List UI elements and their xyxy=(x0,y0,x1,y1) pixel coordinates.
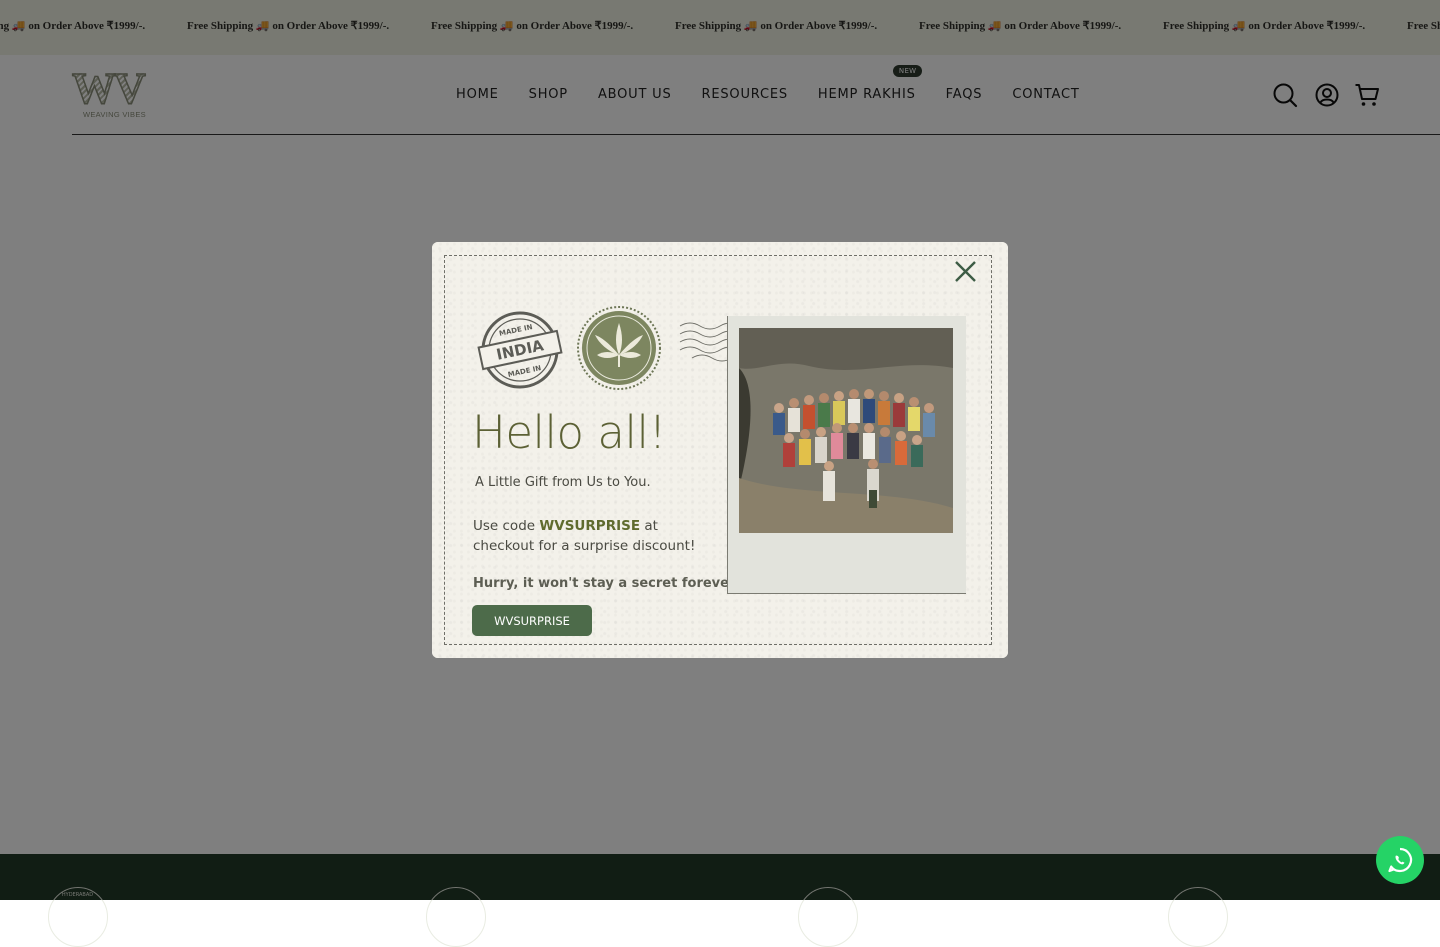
group-photo xyxy=(739,328,953,533)
close-icon[interactable] xyxy=(953,259,978,284)
group-photo-image xyxy=(739,328,953,533)
copy-code-button[interactable]: WVSURPRISE xyxy=(472,605,592,636)
whatsapp-icon xyxy=(1388,847,1413,873)
popup-subheading: A Little Gift from Us to You. xyxy=(475,475,651,490)
discount-code: WVSURPRISE xyxy=(539,518,641,534)
made-in-india-stamp-icon: INDIA MADE IN MADE IN xyxy=(477,311,563,389)
stamp-india-top: MADE IN xyxy=(498,323,533,338)
code-prefix: Use code xyxy=(473,518,540,534)
polaroid-frame xyxy=(727,316,966,594)
popup-hurry-text: Hurry, it won't stay a secret forever. xyxy=(473,576,739,591)
hemp-leaf-stamp-icon xyxy=(577,306,661,390)
popup-code-text: Use code WVSURPRISE at checkout for a su… xyxy=(473,516,708,556)
whatsapp-button[interactable] xyxy=(1376,836,1424,884)
gift-popup: INDIA MADE IN MADE IN Hello all! A Littl… xyxy=(432,242,1008,658)
popup-heading: Hello all! xyxy=(472,406,666,459)
